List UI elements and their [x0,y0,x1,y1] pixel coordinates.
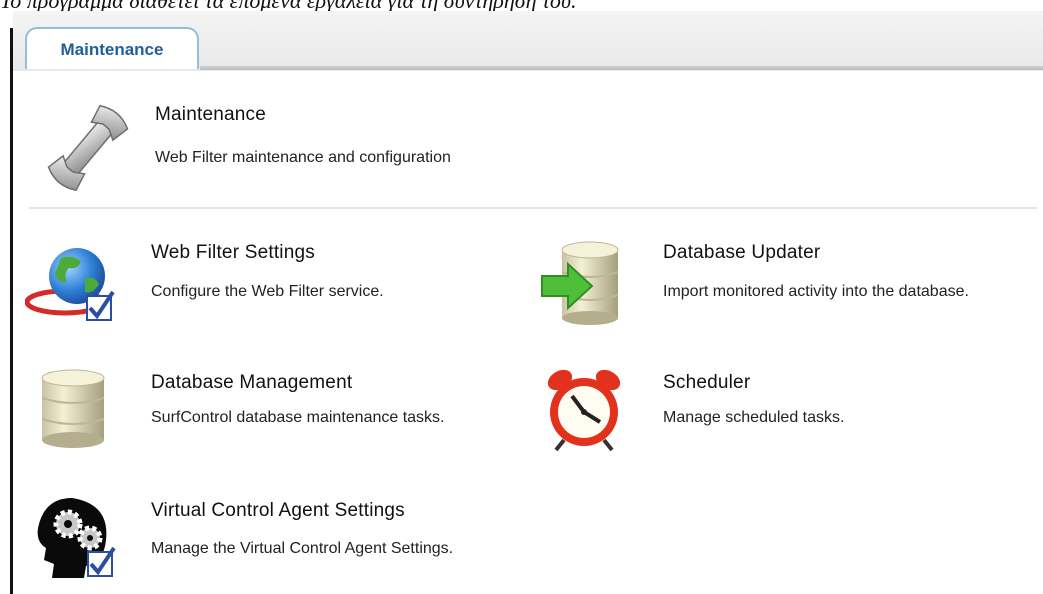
wrench-icon [47,104,129,192]
tool-description: Configure the Web Filter service. [151,283,384,300]
tool-title[interactable]: Database Management [151,372,352,394]
header-title: Maintenance [155,104,266,125]
tab-strip-line [200,66,1043,70]
tool-description: Import monitored activity into the datab… [663,283,969,300]
tool-description: Manage scheduled tasks. [663,409,845,426]
header-description: Web Filter maintenance and configuration [155,149,451,166]
tab-maintenance[interactable]: Maintenance [25,27,199,69]
head-gears-icon [37,498,116,578]
tab-label: Maintenance [60,40,164,59]
tool-title[interactable]: Virtual Control Agent Settings [151,500,405,522]
tool-title[interactable]: Scheduler [663,372,750,394]
tool-title[interactable]: Database Updater [663,242,820,264]
database-arrow-icon [541,241,619,325]
alarm-clock-icon [547,369,621,452]
section-divider [29,207,1037,209]
database-icon [41,369,105,448]
tool-description: SurfControl database maintenance tasks. [151,409,445,426]
tool-description: Manage the Virtual Control Agent Setting… [151,540,454,557]
globe-checkmark-icon [25,248,115,321]
window-left-border [10,28,13,594]
tool-title[interactable]: Web Filter Settings [151,242,315,264]
